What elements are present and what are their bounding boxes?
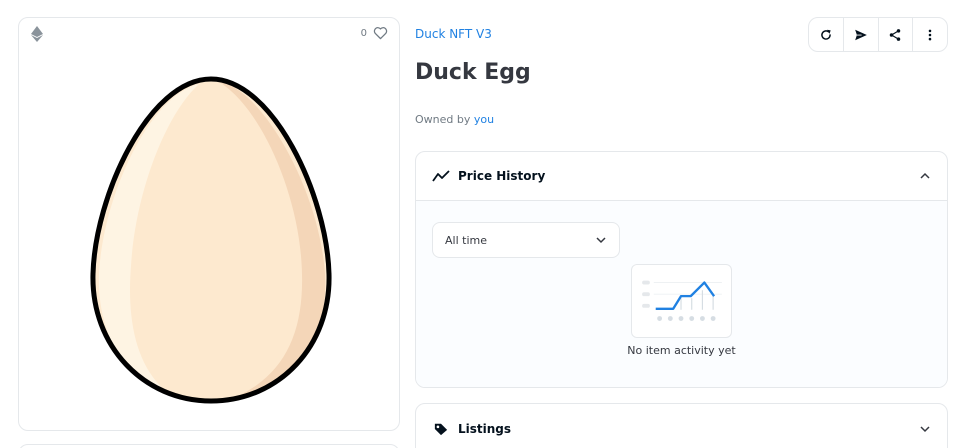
owned-by-label: Owned by	[415, 113, 474, 126]
time-range-select[interactable]: All time	[432, 222, 620, 258]
share-icon	[890, 28, 901, 41]
favorite-count: 0	[360, 28, 367, 39]
refresh-icon	[821, 29, 831, 40]
price-history-title: Price History	[458, 169, 546, 183]
collection-link[interactable]: Duck NFT V3	[415, 27, 492, 41]
price-history-body: All time No item activity yet	[416, 201, 947, 387]
item-action-buttons	[808, 17, 948, 52]
listings-panel: Listings	[415, 403, 948, 448]
item-media-card: 0	[18, 17, 400, 431]
refresh-button[interactable]	[809, 18, 844, 51]
media-card-secondary	[18, 444, 400, 448]
media-header: 0	[19, 18, 399, 52]
price-history-header[interactable]: Price History	[416, 152, 947, 201]
transfer-button[interactable]	[844, 18, 879, 51]
duck-egg-image	[90, 76, 332, 404]
time-range-value: All time	[445, 233, 487, 247]
chevron-down-icon	[596, 237, 606, 244]
chevron-up-icon	[920, 172, 930, 179]
item-title: Duck Egg	[415, 60, 531, 85]
price-history-panel: Price History All time No item activity …	[415, 151, 948, 388]
ethereum-icon	[31, 26, 43, 42]
heart-icon[interactable]	[373, 26, 388, 40]
trend-line-icon	[432, 170, 450, 182]
owned-by: Owned by you	[415, 113, 494, 126]
chevron-down-icon	[920, 425, 930, 432]
listings-header[interactable]: Listings	[416, 404, 947, 448]
share-button[interactable]	[879, 18, 914, 51]
more-options-button[interactable]	[913, 18, 947, 51]
more-icon	[928, 29, 932, 40]
send-icon	[854, 29, 867, 40]
owner-link[interactable]: you	[474, 113, 494, 126]
empty-chart-illustration	[631, 264, 732, 338]
listings-title: Listings	[458, 421, 512, 436]
empty-activity-text: No item activity yet	[627, 344, 736, 357]
tag-icon	[434, 423, 448, 435]
